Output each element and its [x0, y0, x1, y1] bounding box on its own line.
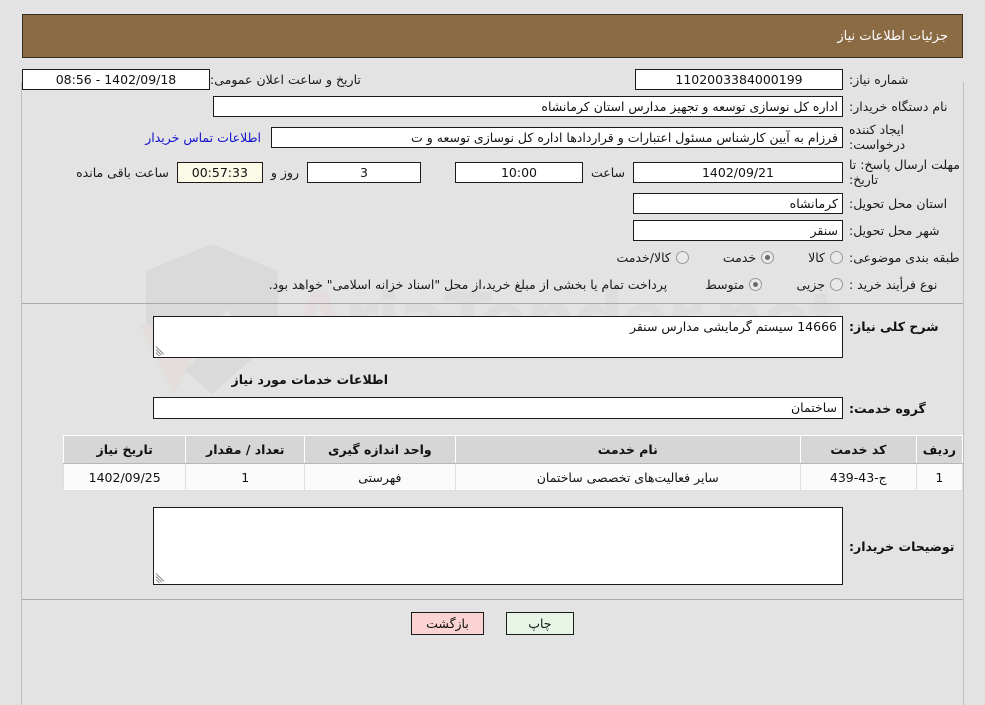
category-label: طبقه بندی موضوعی: — [849, 249, 960, 265]
buyer-notes-label: توضیحات خریدار: — [849, 538, 955, 554]
deadline-label: مهلت ارسال پاسخ: تا تاریخ: — [849, 157, 960, 187]
purchase-type-option-label: جزیی — [796, 276, 825, 292]
description-label: شرح کلی نیاز: — [849, 319, 939, 334]
row-purchase-type: نوع فرأیند خرید : جزیی متوسط پرداخت تمام… — [22, 273, 963, 295]
col-header-unit: واحد اندازه گیری — [304, 435, 456, 464]
cell-code: ج-43-439 — [799, 463, 917, 491]
col-header-radif: ردیف — [915, 435, 964, 464]
category-option-label: کالا — [808, 249, 825, 265]
section-divider-bottom — [22, 599, 963, 600]
category-option-khedmat[interactable]: خدمت — [722, 249, 775, 265]
row-delivery-city: شهر محل تحویل: سنقر — [22, 219, 963, 241]
row-request-creator: ایجاد کننده درخواست: فرزام به آیین کارشن… — [22, 122, 963, 152]
cell-unit: فهرستی — [304, 463, 456, 491]
category-option-label: کالا/خدمت — [616, 249, 671, 265]
purchase-type-radio-group: جزیی متوسط پرداخت تمام یا بخشی از مبلغ خ… — [269, 277, 843, 292]
deadline-hour-value: 10:00 — [454, 161, 583, 183]
description-textarea[interactable]: 14666 سیستم گرمایشی مدارس سنقر — [153, 316, 843, 358]
service-group-value: ساختمان — [153, 397, 843, 419]
request-creator-value: فرزام به آیین کارشناس مسئول اعتبارات و ق… — [271, 126, 843, 148]
row-deadline: مهلت ارسال پاسخ: تا تاریخ: 1402/09/21 سا… — [22, 157, 963, 187]
resize-grip-icon[interactable] — [155, 572, 167, 584]
buyer-org-value: اداره کل نوسازی توسعه و تجهیز مدارس استا… — [213, 95, 843, 117]
page-header: جزئیات اطلاعات نیاز — [22, 14, 963, 58]
cell-qty: 1 — [185, 463, 306, 491]
service-group-label: گروه خدمت: — [849, 400, 926, 416]
row-category: طبقه بندی موضوعی: کالا خدمت کالا/خدمت — [22, 246, 963, 268]
table-row: 1 ج-43-439 سایر فعالیت‌های تخصصی ساختمان… — [62, 463, 964, 491]
page-title: جزئیات اطلاعات نیاز — [837, 28, 948, 44]
services-table-header-row: ردیف کد خدمت نام خدمت واحد اندازه گیری ت… — [62, 435, 964, 464]
deadline-countdown-timer: 00:57:33 — [176, 161, 263, 183]
purchase-type-option-jozei[interactable]: جزیی — [796, 277, 843, 292]
description-value: 14666 سیستم گرمایشی مدارس سنقر — [629, 319, 837, 334]
radio-circle-icon[interactable] — [675, 250, 689, 264]
row-buyer-org: نام دستگاه خریدار: اداره کل نوسازی توسعه… — [22, 95, 963, 117]
purchase-type-option-label: متوسط — [705, 276, 745, 292]
delivery-city-value: سنقر — [633, 219, 843, 241]
radio-circle-icon[interactable] — [830, 250, 843, 264]
buyer-notes-section: توضیحات خریدار: — [22, 507, 963, 585]
delivery-province-label: استان محل تحویل: — [849, 195, 948, 211]
need-number-value: 1102003384000199 — [635, 68, 843, 90]
col-header-name: نام خدمت — [454, 435, 801, 464]
row-delivery-province: استان محل تحویل: کرمانشاه — [22, 192, 963, 214]
category-radio-group: کالا خدمت کالا/خدمت — [582, 250, 843, 265]
category-option-label: خدمت — [722, 249, 757, 265]
deadline-remaining-label: ساعت باقی مانده — [76, 164, 169, 180]
cell-radif: 1 — [915, 463, 964, 491]
section-divider-top — [22, 303, 963, 304]
public-announce-label: تاریخ و ساعت اعلان عمومی: — [210, 71, 361, 87]
need-info-form: شماره نیاز: 1102003384000199 تاریخ و ساع… — [22, 58, 963, 295]
deadline-days-value: 3 — [306, 161, 421, 183]
need-number-label: شماره نیاز: — [849, 71, 909, 87]
panel-right-rule — [963, 82, 964, 705]
category-option-kala-khedmat[interactable]: کالا/خدمت — [616, 249, 689, 265]
public-announce-value: 1402/09/18 - 08:56 — [22, 68, 210, 90]
deadline-hour-label: ساعت — [590, 164, 625, 180]
deadline-date-value: 1402/09/21 — [633, 161, 843, 183]
row-need-number: شماره نیاز: 1102003384000199 تاریخ و ساع… — [22, 68, 963, 90]
col-header-code: کد خدمت — [799, 435, 917, 464]
radio-circle-icon[interactable] — [761, 250, 775, 264]
radio-circle-icon[interactable] — [749, 277, 763, 291]
request-creator-label: ایجاد کننده درخواست: — [849, 122, 906, 152]
buyer-notes-textarea[interactable] — [153, 507, 843, 585]
cell-name: سایر فعالیت‌های تخصصی ساختمان — [454, 463, 801, 491]
deadline-days-label: روز و — [270, 164, 299, 180]
purchase-type-note: پرداخت تمام یا بخشی از مبلغ خرید،از محل … — [268, 276, 668, 292]
main-content: شماره نیاز: 1102003384000199 تاریخ و ساع… — [22, 58, 964, 635]
row-service-group: گروه خدمت: ساختمان — [22, 397, 963, 419]
delivery-city-label: شهر محل تحویل: — [849, 222, 940, 238]
action-button-bar: بازگشت چاپ — [22, 612, 963, 635]
services-section-title: اطلاعات خدمات مورد نیاز — [231, 372, 389, 387]
services-table: ردیف کد خدمت نام خدمت واحد اندازه گیری ت… — [62, 435, 964, 491]
delivery-province-value: کرمانشاه — [633, 192, 843, 214]
back-button[interactable]: بازگشت — [411, 612, 484, 635]
col-header-qty: تعداد / مقدار — [185, 435, 306, 464]
buyer-contact-link[interactable]: اطلاعات تماس خریدار — [145, 130, 271, 145]
buyer-org-label: نام دستگاه خریدار: — [849, 98, 948, 114]
purchase-type-label: نوع فرأیند خرید : — [849, 276, 938, 292]
print-button[interactable]: چاپ — [505, 612, 574, 635]
cell-date: 1402/09/25 — [62, 463, 187, 491]
col-header-date: تاریخ نیاز — [62, 435, 187, 464]
resize-grip-icon[interactable] — [155, 345, 167, 357]
general-description-section: شرح کلی نیاز: 14666 سیستم گرمایشی مدارس … — [22, 316, 963, 358]
radio-circle-icon[interactable] — [830, 277, 843, 291]
purchase-type-option-motavaset[interactable]: متوسط — [705, 276, 763, 292]
category-option-kala[interactable]: کالا — [808, 250, 843, 265]
